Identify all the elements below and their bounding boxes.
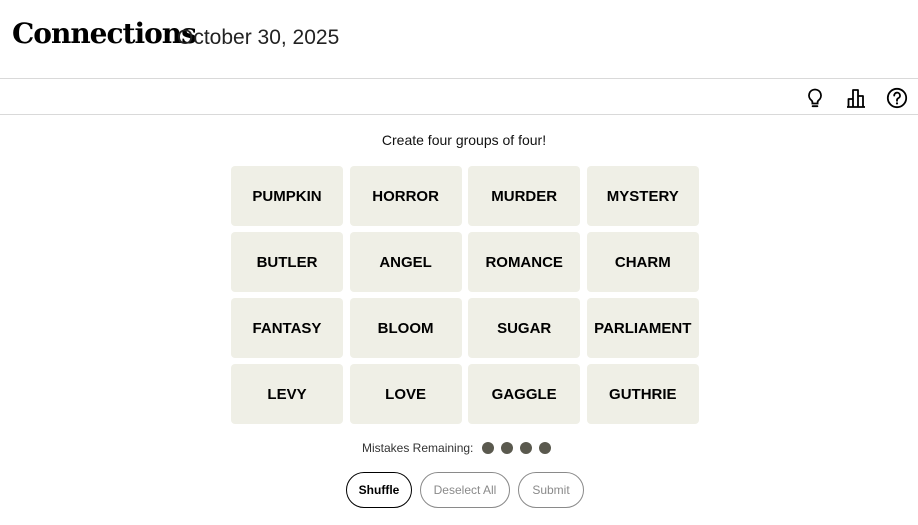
mistakes-remaining: Mistakes Remaining: [362,439,552,457]
word-tile[interactable]: PARLIAMENT [586,298,699,358]
word-tile[interactable]: PUMPKIN [231,166,343,226]
instructions: Create four groups of four! [381,132,547,148]
mistake-dots [482,442,552,454]
puzzle-date: October 30, 2025 [177,26,340,49]
word-tile[interactable]: BLOOM [349,298,462,358]
word-tile[interactable]: CHARM [586,232,699,292]
toolbar [0,78,918,115]
deselect-all-button[interactable]: Deselect All [420,472,510,508]
word-tile[interactable]: LEVY [231,364,343,424]
word-tile[interactable]: HORROR [349,166,462,226]
mistake-dot [482,442,495,454]
action-buttons: Shuffle Deselect All Submit [346,472,584,508]
hint-lightbulb-icon[interactable] [804,87,826,109]
word-tile[interactable]: LOVE [349,364,462,424]
word-tile[interactable]: MYSTERY [586,166,699,226]
word-tile[interactable]: ANGEL [349,232,462,292]
word-tile[interactable]: BUTLER [231,232,343,292]
mistake-dot [539,442,552,454]
submit-button[interactable]: Submit [518,472,584,508]
shuffle-button[interactable]: Shuffle [346,472,412,508]
stats-bar-chart-icon[interactable] [845,87,867,109]
word-tile[interactable]: MURDER [468,166,581,226]
word-tile[interactable]: SUGAR [468,298,581,358]
app-title: Connections [12,17,197,50]
word-tile[interactable]: FANTASY [231,298,343,358]
word-tile[interactable]: GUTHRIE [586,364,699,424]
word-tile[interactable]: ROMANCE [468,232,581,292]
mistakes-label: Mistakes Remaining: [362,441,474,455]
word-tile[interactable]: GAGGLE [468,364,581,424]
help-question-icon[interactable] [886,87,908,109]
mistake-dot [501,442,514,454]
tile-grid: PUMPKIN HORROR MURDER MYSTERY BUTLER ANG… [231,166,699,424]
mistake-dot [520,442,533,454]
header: Connections October 30, 2025 [0,0,918,78]
